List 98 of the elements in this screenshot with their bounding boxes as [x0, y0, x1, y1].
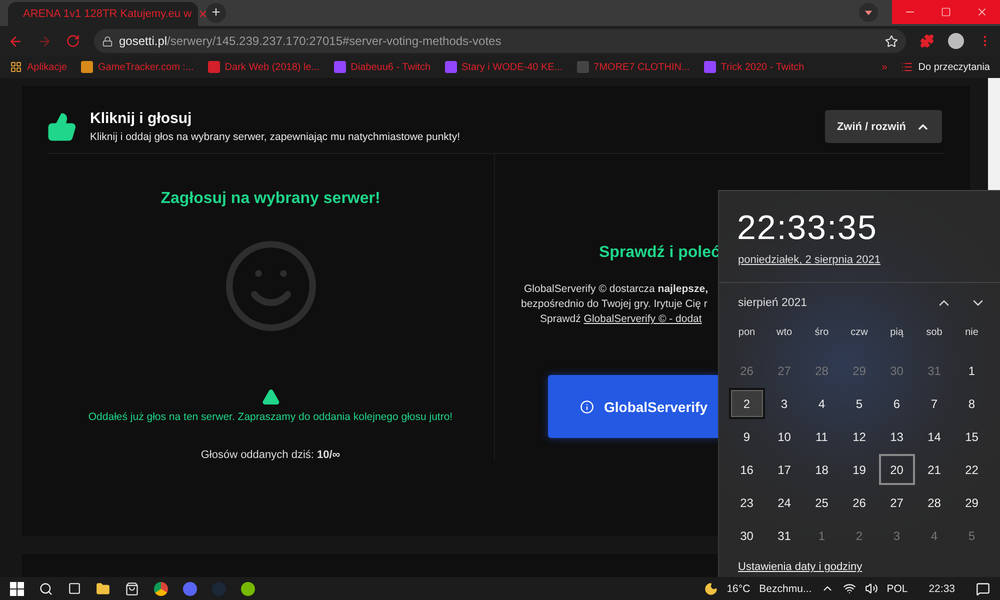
calendar-day[interactable]: 15 — [954, 421, 990, 452]
calendar-day[interactable]: 18 — [804, 454, 840, 485]
calendar-day[interactable]: 11 — [804, 421, 840, 452]
section-subtitle: Kliknij i oddaj głos na wybrany serwer, zapewniając mu natychmiastowe punkty! — [90, 131, 462, 143]
info-icon — [580, 400, 594, 414]
notification-icon[interactable] — [976, 582, 990, 596]
calendar-day[interactable]: 31 — [766, 520, 802, 551]
calendar-day[interactable]: 3 — [766, 388, 802, 419]
promo-link[interactable]: GlobalServerify © - dodat — [584, 313, 702, 325]
calendar-day[interactable]: 26 — [842, 487, 877, 518]
moon-icon — [704, 582, 718, 596]
calendar-day[interactable]: 16 — [729, 454, 764, 485]
weekday-label: sob — [925, 326, 944, 340]
weekday-label: pon — [737, 326, 756, 340]
tab-title: ARENA 1v1 128TR Katujemy.eu w — [23, 8, 192, 20]
calendar-day[interactable]: 10 — [766, 421, 802, 452]
reading-list-button[interactable]: Do przeczytania — [901, 61, 990, 73]
search-icon[interactable] — [39, 582, 53, 596]
weather-text[interactable]: Bezchmu... — [759, 582, 812, 594]
bookmark-icon — [334, 61, 346, 73]
avatar[interactable] — [948, 33, 964, 49]
section-title: Kliknij i głosuj — [90, 110, 193, 127]
date-link[interactable]: poniedziałek, 2 sierpnia 2021 — [738, 254, 880, 266]
calendar-day[interactable]: 29 — [954, 487, 990, 518]
calendar-day[interactable]: 5 — [842, 388, 877, 419]
calendar-day[interactable]: 17 — [766, 454, 802, 485]
bookmark-icon — [208, 61, 220, 73]
weekday-label: czw — [850, 326, 869, 340]
url-text: gosetti.pl/serwery/145.239.237.170:27015#server-voting-methods-votes — [119, 34, 502, 48]
apps-icon — [10, 61, 22, 73]
vote-heading: Zagłosuj na wybrany serwer! — [160, 190, 380, 208]
bookmark-icon — [444, 61, 457, 73]
more-bookmarks-button[interactable]: » — [882, 62, 888, 72]
windows-icon[interactable] — [10, 582, 24, 596]
store-icon[interactable] — [125, 582, 139, 596]
calendar-day[interactable]: 23 — [729, 487, 764, 518]
calendar-day[interactable]: 8 — [954, 388, 990, 419]
weekday-label: śro — [814, 326, 830, 340]
bookmark[interactable]: 7MORE7 CLOTHIN... — [576, 61, 690, 73]
taskbar-clock[interactable]: 22:33 — [928, 582, 955, 594]
weekday-label: wto — [775, 326, 794, 340]
calendar-day[interactable]: 24 — [766, 487, 802, 518]
thumbs-up-icon — [47, 112, 77, 142]
star-icon[interactable] — [885, 34, 898, 48]
calendar-day[interactable]: 7 — [916, 388, 952, 419]
bookmark[interactable]: Dark Web (2018) le... — [208, 61, 320, 73]
calendar-day[interactable]: 28 — [916, 487, 952, 518]
bookmark-icon — [704, 61, 716, 73]
settings-link[interactable]: Ustawienia daty i godziny — [738, 561, 862, 573]
calendar-day[interactable]: 2 — [729, 388, 764, 419]
bookmark-icon — [81, 61, 94, 73]
clock-time: 22:33:35 — [736, 208, 878, 248]
bookmark[interactable]: Stary i WODE-40 KE... — [444, 61, 563, 73]
calendar-day[interactable]: 20 — [879, 454, 914, 485]
vote-message: Oddałeś już głos na ten serwer. Zapraszamy do oddania kolejnego głosu jutro! — [88, 411, 453, 423]
calendar-day[interactable]: 13 — [879, 421, 914, 452]
collapse-button[interactable]: Zwiń / rozwiń — [824, 110, 942, 143]
volume-icon[interactable] — [864, 582, 878, 595]
scrollbar[interactable] — [988, 78, 1000, 190]
lock-icon — [102, 36, 113, 46]
calendar-day[interactable]: 30 — [729, 520, 764, 551]
promo-heading: Sprawdź i poleć — [599, 244, 720, 262]
maximize-icon — [941, 7, 951, 17]
warning-icon — [262, 388, 280, 406]
promo-text: bezpośrednio do Twojej gry. Irytuje Cię r — [521, 297, 708, 312]
close-icon — [976, 6, 988, 18]
calendar-day[interactable]: 25 — [804, 487, 840, 518]
weekday-label: pią — [889, 326, 904, 340]
weekday-label: nie — [964, 326, 980, 340]
reload-icon[interactable] — [66, 34, 80, 48]
calendar-day[interactable]: 1 — [954, 355, 990, 386]
bookmark[interactable]: Trick 2020 - Twitch — [704, 61, 804, 73]
bookmark[interactable]: Diabeuu6 - Twitch — [334, 61, 431, 73]
language-indicator[interactable]: POL — [886, 582, 908, 594]
bookmark[interactable]: Aplikacje — [10, 61, 68, 73]
vote-count: Głosów oddanych dziś: 10/∞ — [200, 449, 340, 461]
calendar-day[interactable]: 12 — [842, 421, 877, 452]
calendar-day[interactable]: 19 — [842, 454, 877, 485]
folder-icon[interactable] — [96, 582, 110, 596]
calendar-day[interactable]: 22 — [954, 454, 990, 485]
calendar-day[interactable]: 27 — [879, 487, 914, 518]
calendar-day[interactable]: 21 — [916, 454, 952, 485]
month-label: sierpień 2021 — [738, 297, 808, 309]
bookmark-icon — [576, 61, 589, 73]
back-icon[interactable] — [8, 34, 23, 48]
calendar-day[interactable]: 6 — [879, 388, 914, 419]
weather-temperature[interactable]: 16°C — [726, 582, 750, 594]
promo-button[interactable]: GlobalServerify — [548, 375, 720, 438]
calendar-day[interactable]: 9 — [729, 421, 764, 452]
bookmark[interactable]: GameTracker.com :... — [81, 61, 194, 73]
calendar-day[interactable]: 4 — [804, 388, 840, 419]
calendar-day[interactable]: 14 — [916, 421, 952, 452]
puzzle-icon[interactable] — [920, 34, 934, 48]
promo-text: GlobalServerify © dostarcza najlepsze, — [524, 282, 708, 297]
address-bar[interactable]: gosetti.pl/serwery/145.239.237.170:27015#server-voting-methods-votes — [94, 29, 906, 53]
task-view-icon[interactable] — [68, 582, 81, 595]
promo-text: Sprawdź GlobalServerify © - dodat — [540, 312, 702, 327]
new-tab-button[interactable]: + — [206, 3, 226, 23]
